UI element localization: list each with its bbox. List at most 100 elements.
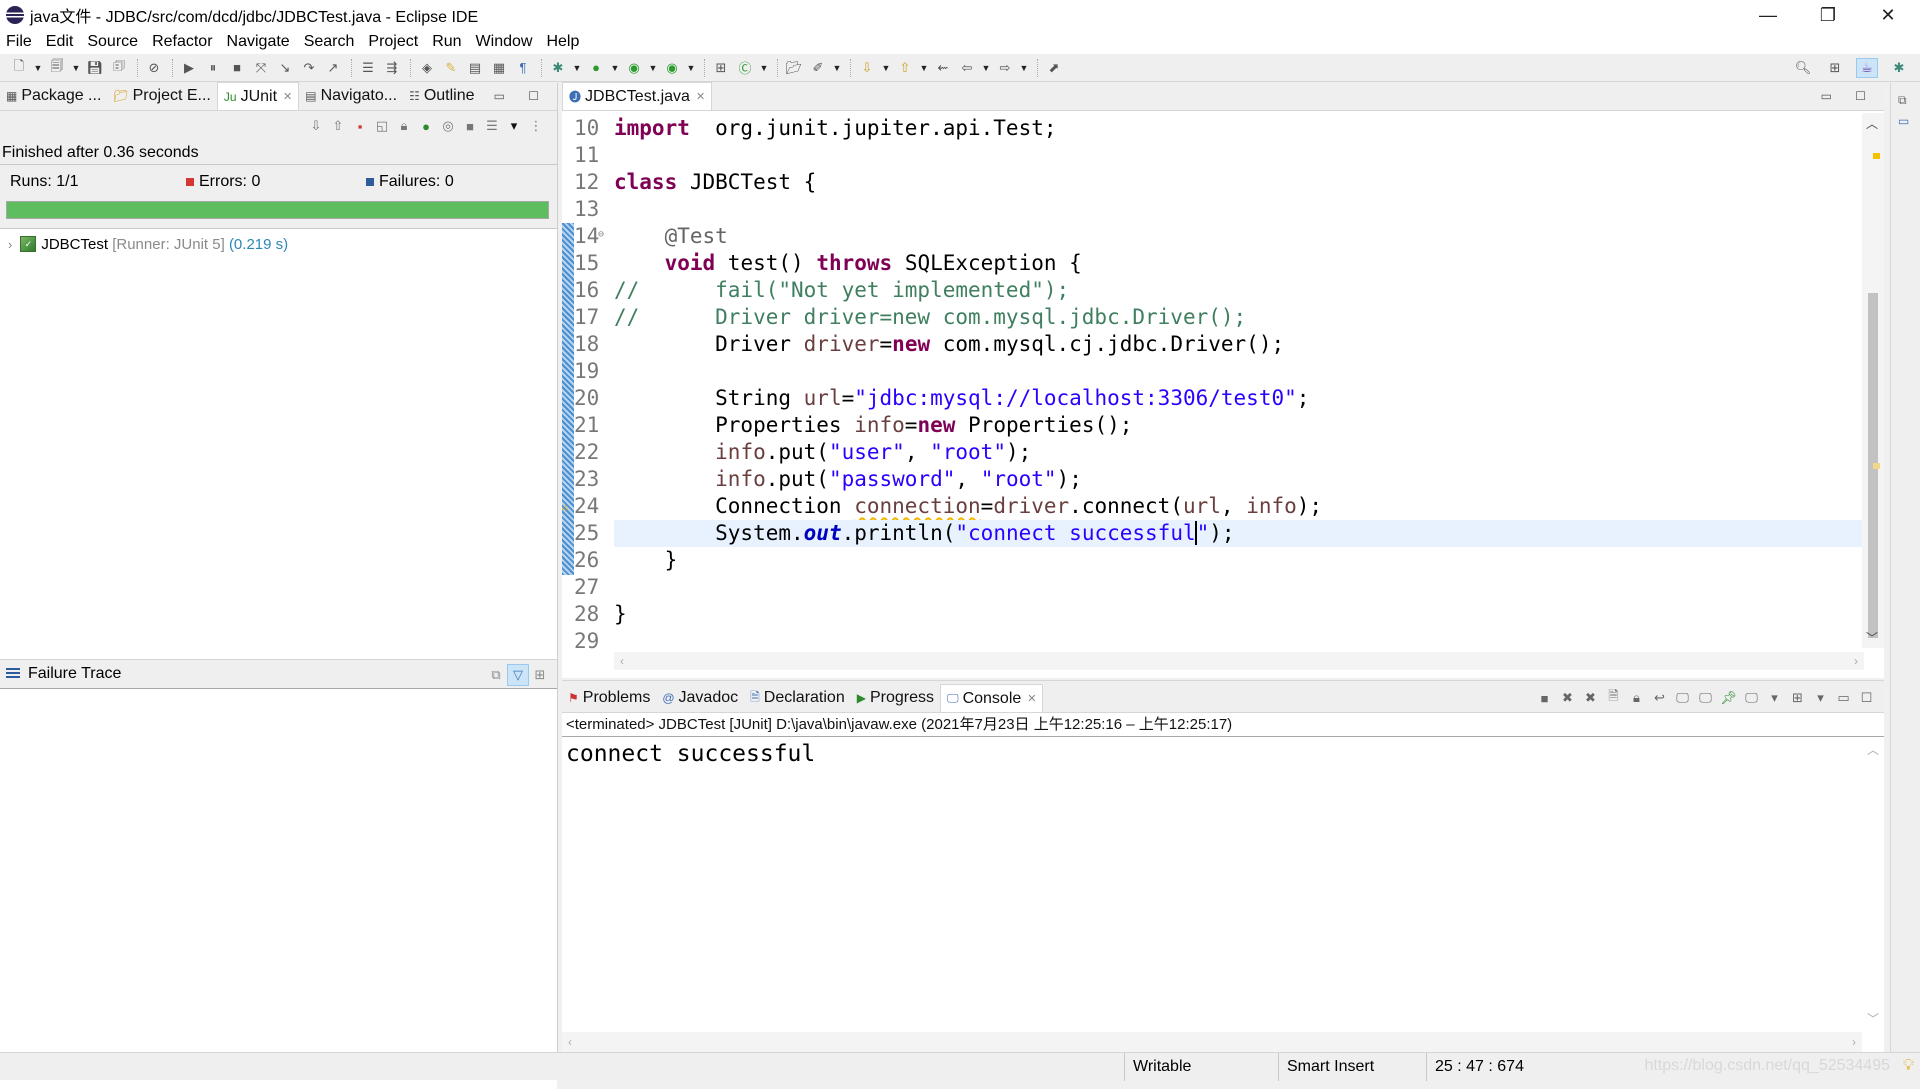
code-line[interactable]: 20 String url="jdbc:mysql://localhost:33… — [562, 385, 1862, 412]
menu-refactor[interactable]: Refactor — [152, 33, 212, 51]
editor-tab-jdbctest[interactable]: 🅙 JDBCTest.java ✕ — [562, 82, 713, 110]
menu-edit[interactable]: Edit — [46, 33, 74, 51]
view-minmax-buttons[interactable]: ▭ ☐ — [494, 89, 549, 103]
debug-icon[interactable]: ✱ — [547, 58, 569, 78]
prev-annotation-icon[interactable]: ⇧ — [894, 58, 916, 78]
previous-failure-icon[interactable]: ⇧ — [327, 118, 349, 134]
close-tab-icon[interactable]: ✕ — [696, 90, 705, 103]
console-vertical-scrollbar[interactable]: ︿ ﹀ — [1862, 739, 1884, 1029]
open-perspective-icon[interactable]: ⊞ — [1824, 58, 1846, 78]
code-line[interactable]: 17 // Driver driver=new com.mysql.jdbc.Dr… — [562, 304, 1862, 331]
editor-vertical-scrollbar[interactable]: ︿ ﹀ — [1862, 113, 1884, 648]
next-annotation-icon[interactable]: ⇩ — [856, 58, 878, 78]
display-console-icon[interactable]: 🖵 — [1740, 690, 1763, 706]
editor-horizontal-scrollbar[interactable]: ‹ › — [614, 652, 1864, 670]
scroll-down-icon[interactable]: ﹀ — [1866, 629, 1878, 646]
menu-project[interactable]: Project — [368, 33, 418, 51]
bottom-tab-declaration[interactable]: 🗎 Declaration — [744, 684, 851, 712]
code-line[interactable]: 24 ⚠ Connection connection=driver.connect… — [562, 493, 1862, 520]
dropdown-arrow-icon[interactable]: ▼ — [685, 58, 697, 78]
fold-collapse-icon[interactable]: ⊖ — [598, 221, 604, 248]
view-tab-projecte[interactable]: 📁︎ Project E... — [107, 82, 216, 110]
minimize-button[interactable]: — — [1740, 0, 1796, 30]
clear-console-icon[interactable]: 🗎 — [1602, 687, 1625, 709]
bottom-tab-problems[interactable]: ⚑ Problems — [562, 684, 656, 712]
step-return-icon[interactable]: ↗ — [322, 58, 344, 78]
code-line[interactable]: 29 — [562, 628, 1862, 655]
dropdown-arrow-icon[interactable]: ▼ — [647, 58, 659, 78]
console-scroll-up-icon[interactable]: ︿ — [1867, 741, 1879, 758]
overview-ruler-marker[interactable] — [1873, 463, 1880, 469]
dropdown-arrow-icon[interactable]: ▼ — [918, 58, 930, 78]
menu-search[interactable]: Search — [304, 33, 355, 51]
view-tab-package[interactable]: ▦ Package ... — [0, 82, 107, 110]
view-tab-navigato[interactable]: ▤ Navigato... — [299, 82, 403, 110]
resume-icon[interactable]: ▶ — [178, 58, 200, 78]
code-line[interactable]: 14 ⊖ @Test — [562, 223, 1862, 250]
test-tree-row[interactable]: › ✓ JDBCTest [Runner: JUnit 5] (0.219 s) — [0, 233, 557, 255]
more-options-icon[interactable]: ⋮ — [525, 118, 547, 134]
compare-result-icon[interactable]: ⧉ — [485, 664, 507, 686]
console-scroll-left-icon[interactable]: ‹ — [568, 1035, 572, 1049]
save-icon[interactable]: 💾︎ — [84, 58, 106, 78]
scroll-left-icon[interactable]: ‹ — [620, 654, 624, 668]
step-over-icon[interactable]: ↷ — [298, 58, 320, 78]
search-icon[interactable]: 🔍︎ — [1792, 58, 1814, 78]
filter-stack-trace-icon[interactable]: ▽ — [507, 664, 529, 686]
remove-launch-icon[interactable]: ✖ — [1556, 690, 1579, 706]
view-tab-junit[interactable]: Ju JUnit ✕ — [216, 82, 300, 110]
new-icon[interactable]: 🗋 — [8, 58, 30, 78]
new-java-package-icon[interactable]: ⊞ — [710, 58, 732, 78]
mark-occurrences-icon[interactable]: ✎ — [440, 58, 462, 78]
show-skipped-icon[interactable]: ◱ — [371, 118, 393, 134]
scroll-right-icon[interactable]: › — [1854, 654, 1858, 668]
skip-breakpoints-icon[interactable]: ⊘ — [143, 58, 165, 78]
rerun-failed-first-icon[interactable]: ◎ — [437, 118, 459, 134]
minimize-view-icon[interactable]: ▭ — [1832, 690, 1855, 706]
view-menu-icon[interactable]: ▾ — [503, 118, 525, 134]
show-whitespace-icon[interactable]: ¶ — [512, 58, 534, 78]
show-failures-only-icon[interactable]: ▪ — [349, 119, 371, 134]
java-perspective-icon[interactable]: ☕︎ — [1856, 58, 1878, 78]
dropdown-arrow-icon[interactable]: ▼ — [831, 58, 843, 78]
word-wrap-icon[interactable]: ↩ — [1648, 690, 1671, 706]
code-line[interactable]: 18 Driver driver=new com.mysql.cj.jdbc.D… — [562, 331, 1862, 358]
console-horizontal-scrollbar[interactable]: ‹ › — [562, 1032, 1862, 1052]
disconnect-icon[interactable]: ⤧ — [250, 58, 272, 78]
new-class-icon[interactable]: Ⓒ — [734, 58, 756, 78]
dropdown-arrow-icon[interactable]: ▼ — [571, 58, 583, 78]
code-line[interactable]: 15 void test() throws SQLException { — [562, 250, 1862, 277]
display-console-dropdown[interactable]: ▾ — [1763, 690, 1786, 706]
code-line[interactable]: 25 System.out.println("connect successfu… — [562, 520, 1862, 547]
show-on-stderr-icon[interactable]: 🖵 — [1694, 690, 1717, 706]
lightbulb-icon[interactable]: 💡︎ — [1903, 1057, 1914, 1075]
menu-help[interactable]: Help — [546, 33, 579, 51]
code-line[interactable]: 23 info.put("password", "root"); — [562, 466, 1862, 493]
scroll-up-icon[interactable]: ︿ — [1866, 115, 1878, 132]
pin-console-icon[interactable]: 📌︎ — [1717, 690, 1740, 706]
rerun-test-icon[interactable]: ● — [415, 119, 437, 134]
code-line[interactable]: 10 import org.junit.jupiter.api.Test; — [562, 115, 1862, 142]
code-line[interactable]: 21 Properties info=new Properties(); — [562, 412, 1862, 439]
maximize-view-icon[interactable]: ☐ — [1855, 690, 1878, 706]
scroll-lock-icon[interactable]: 🔒︎ — [1625, 690, 1648, 706]
code-line[interactable]: 22 info.put("user", "root"); — [562, 439, 1862, 466]
bottom-tab-console[interactable]: 🖵 Console ✕ — [939, 684, 1044, 712]
code-line[interactable]: 12 class JDBCTest { — [562, 169, 1862, 196]
console-output[interactable]: connect successful — [562, 737, 1884, 771]
use-step-filters-icon[interactable]: ⇶ — [381, 58, 403, 78]
menu-window[interactable]: Window — [476, 33, 533, 51]
scroll-lock-icon[interactable]: 🔒︎ — [393, 118, 415, 134]
next-failure-icon[interactable]: ⇩ — [305, 118, 327, 134]
code-line[interactable]: 16 // fail("Not yet implemented"); — [562, 277, 1862, 304]
view-tab-outline[interactable]: ☷ Outline — [403, 82, 480, 110]
terminate-icon[interactable]: ■ — [1533, 691, 1556, 706]
remove-all-terminated-icon[interactable]: ✖ — [1579, 690, 1602, 706]
code-line[interactable]: 11 — [562, 142, 1862, 169]
terminate-icon[interactable]: ■ — [226, 58, 248, 78]
dropdown-arrow-icon[interactable]: ▼ — [32, 58, 44, 78]
dropdown-arrow-icon[interactable]: ▼ — [880, 58, 892, 78]
menu-source[interactable]: Source — [87, 33, 138, 51]
toggle-block-icon[interactable]: ▤ — [464, 58, 486, 78]
dropdown-arrow-icon[interactable]: ▼ — [758, 58, 770, 78]
